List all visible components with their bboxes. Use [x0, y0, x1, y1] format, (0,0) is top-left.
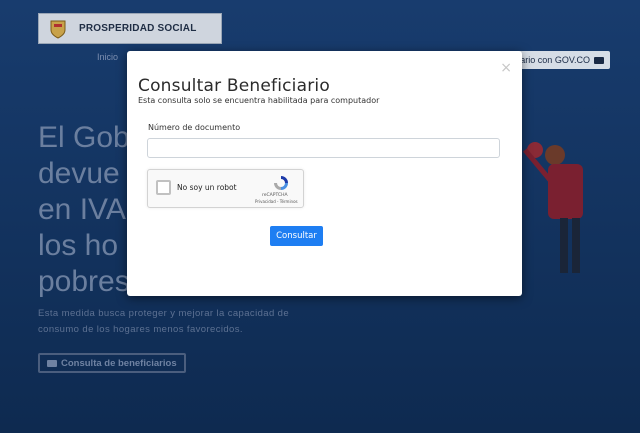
- document-number-input[interactable]: [147, 138, 500, 158]
- consult-beneficiary-modal: × Consultar Beneficiario Esta consulta s…: [127, 51, 522, 296]
- recaptcha-links[interactable]: Privacidad - Términos: [255, 199, 298, 204]
- recaptcha-brand: reCAPTCHA: [262, 193, 288, 198]
- modal-title: Consultar Beneficiario: [138, 76, 330, 96]
- close-icon[interactable]: ×: [500, 61, 512, 75]
- modal-subtitle: Esta consulta solo se encuentra habilita…: [138, 96, 380, 105]
- recaptcha-checkbox[interactable]: [156, 180, 171, 195]
- consult-button[interactable]: Consultar: [270, 226, 323, 246]
- recaptcha-widget: No soy un robot reCAPTCHA Privacidad - T…: [147, 169, 304, 208]
- recaptcha-label: No soy un robot: [177, 183, 237, 192]
- document-number-label: Número de documento: [148, 123, 241, 132]
- recaptcha-logo-icon: [274, 176, 288, 190]
